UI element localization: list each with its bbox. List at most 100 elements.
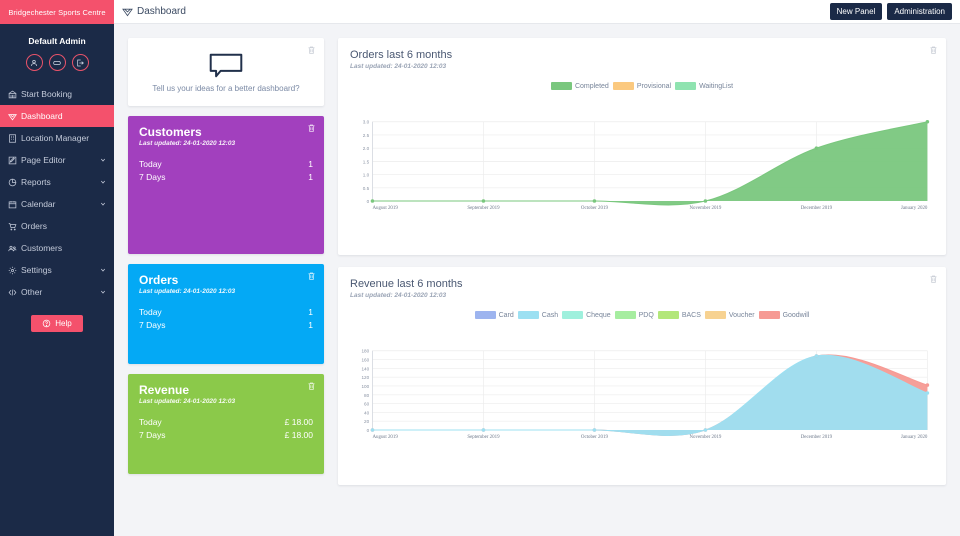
trash-icon[interactable] [307, 381, 316, 391]
chart-legend: Completed Provisional WaitingList [350, 82, 934, 90]
brand-title: Bridgechester Sports Centre [0, 0, 114, 24]
x-axis-tick-label: August 2019 [372, 435, 398, 440]
data-point[interactable] [703, 199, 708, 203]
sidebar-item-settings[interactable]: Settings [0, 259, 114, 281]
legend-label: Provisional [636, 82, 672, 90]
building-icon [8, 133, 21, 143]
stat-row-label: 7 Days [139, 429, 166, 440]
chart-card-revenue: Revenue last 6 months Last updated: 24-0… [338, 267, 946, 485]
data-point[interactable] [370, 428, 375, 432]
sidebar-item-label: Dashboard [21, 111, 63, 121]
chart-svg: 0 20 40 60 80 100 120 140 160 180 August 2019 Septe… [361, 349, 930, 440]
legend-item[interactable]: Voucher [704, 311, 755, 319]
edit-page-icon [8, 156, 21, 165]
x-axis-tick-label: October 2019 [581, 435, 609, 440]
legend-item[interactable]: Cheque [562, 311, 611, 319]
x-axis-tick-label: January 2020 [901, 435, 928, 440]
legend-label: Completed [574, 82, 609, 90]
legend-label: Cash [541, 311, 559, 319]
sidebar-item-label: Orders [21, 221, 47, 231]
legend-item[interactable]: PDQ [614, 311, 654, 319]
legend-item[interactable]: WaitingList [675, 82, 733, 90]
stat-card-subtitle: Last updated: 24-01-2020 12:03 [139, 140, 236, 148]
stat-row-label: 7 Days [139, 171, 166, 182]
legend-swatch [474, 311, 496, 319]
legend-item[interactable]: Completed [550, 82, 609, 90]
mask-icon[interactable] [48, 54, 66, 71]
trash-icon[interactable] [307, 45, 316, 55]
x-axis-tick-label: November 2019 [689, 435, 721, 440]
x-axis-tick-label: October 2019 [581, 206, 609, 211]
stat-row-label: 7 Days [139, 319, 166, 330]
legend-item[interactable]: BACS [657, 311, 701, 319]
data-point[interactable] [481, 428, 486, 432]
sidebar-item-label: Customers [21, 243, 63, 253]
sidebar-item-start-booking[interactable]: Start Booking [0, 83, 114, 105]
x-axis-tick-label: December 2019 [801, 435, 833, 440]
stat-row-label: Today [139, 307, 162, 318]
logout-icon[interactable] [71, 54, 89, 71]
data-point[interactable] [703, 428, 708, 432]
stat-card-rows: Today 1 7 Days 1 [139, 306, 313, 331]
trash-icon[interactable] [929, 274, 938, 284]
sidebar-nav: Start Booking Dashboard Location Manager… [0, 83, 114, 303]
trash-icon[interactable] [307, 123, 316, 133]
administration-button[interactable]: Administration [887, 3, 952, 20]
topbar: Dashboard New Panel Administration [114, 0, 960, 24]
stat-row-value: 1 [308, 319, 313, 330]
new-panel-button[interactable]: New Panel [829, 3, 883, 20]
data-point[interactable] [481, 199, 486, 203]
data-point[interactable] [814, 354, 819, 358]
legend-swatch [657, 311, 679, 319]
sidebar-item-customers[interactable]: Customers [0, 237, 114, 259]
legend-item[interactable]: Cash [517, 311, 559, 319]
y-axis-tick-label: 140 [361, 366, 369, 371]
chevron-down-icon [100, 179, 106, 185]
stat-card-rows: Today £ 18.00 7 Days £ 18.00 [139, 416, 313, 441]
x-axis-tick-label: September 2019 [467, 435, 500, 440]
stat-card-subtitle: Last updated: 24-01-2020 12:03 [139, 398, 236, 406]
stat-row-label: Today [139, 159, 162, 170]
data-point[interactable] [592, 428, 597, 432]
sidebar-item-other[interactable]: Other [0, 281, 114, 303]
chart-plot-revenue: 0 20 40 60 80 100 120 140 160 180 August 2019 Septe… [350, 322, 934, 468]
sidebar-item-location-manager[interactable]: Location Manager [0, 127, 114, 149]
chevron-down-icon [100, 157, 106, 163]
sidebar-item-dashboard[interactable]: Dashboard [0, 105, 114, 127]
x-axis-tick-label: January 2020 [901, 206, 928, 211]
user-name: Default Admin [28, 36, 86, 46]
legend-item[interactable]: Goodwill [758, 311, 809, 319]
stat-row: 7 Days 1 [139, 319, 313, 331]
sidebar-item-page-editor[interactable]: Page Editor [0, 149, 114, 171]
data-point[interactable] [370, 199, 375, 203]
sidebar-item-label: Other [21, 287, 43, 297]
data-point[interactable] [925, 391, 930, 395]
sidebar-item-calendar[interactable]: Calendar [0, 193, 114, 215]
trash-icon[interactable] [929, 45, 938, 55]
series-area-cash [372, 355, 928, 436]
sidebar-item-orders[interactable]: Orders [0, 215, 114, 237]
legend-item[interactable]: Provisional [612, 82, 672, 90]
legend-item[interactable]: Card [474, 311, 514, 319]
data-point[interactable] [925, 119, 930, 124]
data-point[interactable] [814, 146, 819, 150]
data-point[interactable] [592, 199, 597, 203]
legend-swatch [517, 311, 539, 319]
stat-card-title: Customers [139, 125, 202, 139]
user-action-icons [0, 54, 114, 71]
sidebar-item-reports[interactable]: Reports [0, 171, 114, 193]
y-axis-tick-label: 0 [367, 428, 370, 433]
y-axis-tick-label: 0.5 [363, 186, 370, 191]
legend-swatch [675, 82, 697, 90]
trash-icon[interactable] [307, 271, 316, 281]
gear-icon [8, 266, 21, 275]
legend-swatch [614, 311, 636, 319]
data-point[interactable] [925, 383, 930, 387]
legend-swatch [550, 82, 572, 90]
profile-icon[interactable] [25, 54, 43, 71]
stat-card-rows: Today 1 7 Days 1 [139, 158, 313, 183]
stat-row: 7 Days £ 18.00 [139, 429, 313, 441]
stat-row: 7 Days 1 [139, 171, 313, 183]
legend-label: WaitingList [699, 82, 734, 90]
help-button[interactable]: Help [31, 315, 83, 332]
